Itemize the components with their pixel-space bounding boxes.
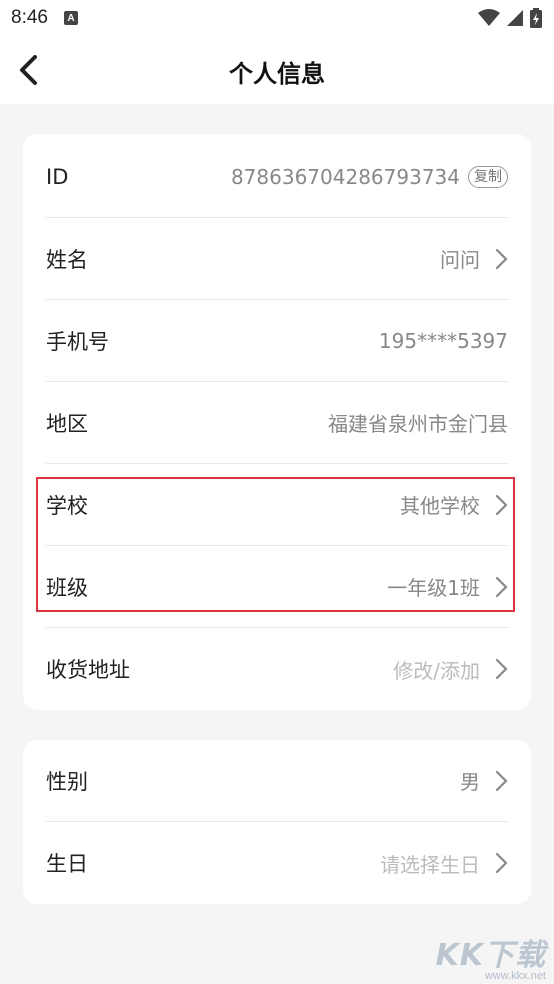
- id-value: 878636704286793734: [230, 164, 460, 189]
- wifi-icon: [478, 9, 500, 26]
- notification-icon: A: [63, 11, 78, 25]
- address-label: 收货地址: [46, 658, 130, 682]
- id-label: ID: [46, 164, 69, 189]
- chevron-right-icon: [494, 494, 508, 516]
- chevron-right-icon: [494, 248, 508, 270]
- copy-button[interactable]: 复制: [468, 165, 508, 188]
- class-value: 一年级1班: [387, 576, 480, 600]
- chevron-right-icon: [494, 576, 508, 598]
- gender-label: 性别: [46, 769, 88, 794]
- page-title: 个人信息: [229, 60, 325, 88]
- region-value: 福建省泉州市金门县: [328, 412, 508, 436]
- id-row: ID 878636704286793734 复制: [46, 136, 508, 218]
- phone-row: 手机号 195****5397: [46, 300, 508, 382]
- signal-icon: [507, 10, 523, 26]
- address-value: 修改/添加: [393, 658, 480, 683]
- school-value: 其他学校: [400, 494, 480, 518]
- status-time: 8:46: [11, 7, 48, 28]
- chevron-right-icon: [494, 770, 508, 792]
- birthday-value: 请选择生日: [380, 852, 480, 877]
- class-label: 班级: [46, 575, 88, 600]
- address-row[interactable]: 收货地址 修改/添加: [46, 628, 508, 710]
- name-label: 姓名: [46, 247, 88, 272]
- personal-details-card: 性别 男 生日 请选择生日: [23, 740, 531, 904]
- phone-value: 195****5397: [378, 328, 508, 353]
- gender-value: 男: [460, 770, 480, 794]
- class-row[interactable]: 班级 一年级1班: [46, 546, 508, 628]
- name-row[interactable]: 姓名 问问: [46, 218, 508, 300]
- profile-info-card: ID 878636704286793734 复制 姓名 问问 手机号 195**…: [23, 134, 531, 710]
- chevron-right-icon: [494, 852, 508, 874]
- region-label: 地区: [46, 411, 88, 436]
- app-header: 个人信息: [0, 36, 554, 104]
- birthday-row[interactable]: 生日 请选择生日: [46, 822, 508, 904]
- name-value: 问问: [440, 248, 480, 272]
- battery-icon: [530, 8, 542, 28]
- phone-label: 手机号: [46, 329, 109, 354]
- birthday-label: 生日: [46, 852, 88, 876]
- school-label: 学校: [46, 493, 88, 518]
- gender-row[interactable]: 性别 男: [46, 740, 508, 822]
- status-icons: [478, 8, 542, 28]
- status-bar: 8:46 A: [0, 0, 554, 36]
- region-row: 地区 福建省泉州市金门县: [46, 382, 508, 464]
- chevron-right-icon: [494, 658, 508, 680]
- watermark-logo: KK下载: [435, 938, 546, 973]
- school-row[interactable]: 学校 其他学校: [46, 464, 508, 546]
- watermark: KK下载 www.kkx.net: [436, 930, 547, 982]
